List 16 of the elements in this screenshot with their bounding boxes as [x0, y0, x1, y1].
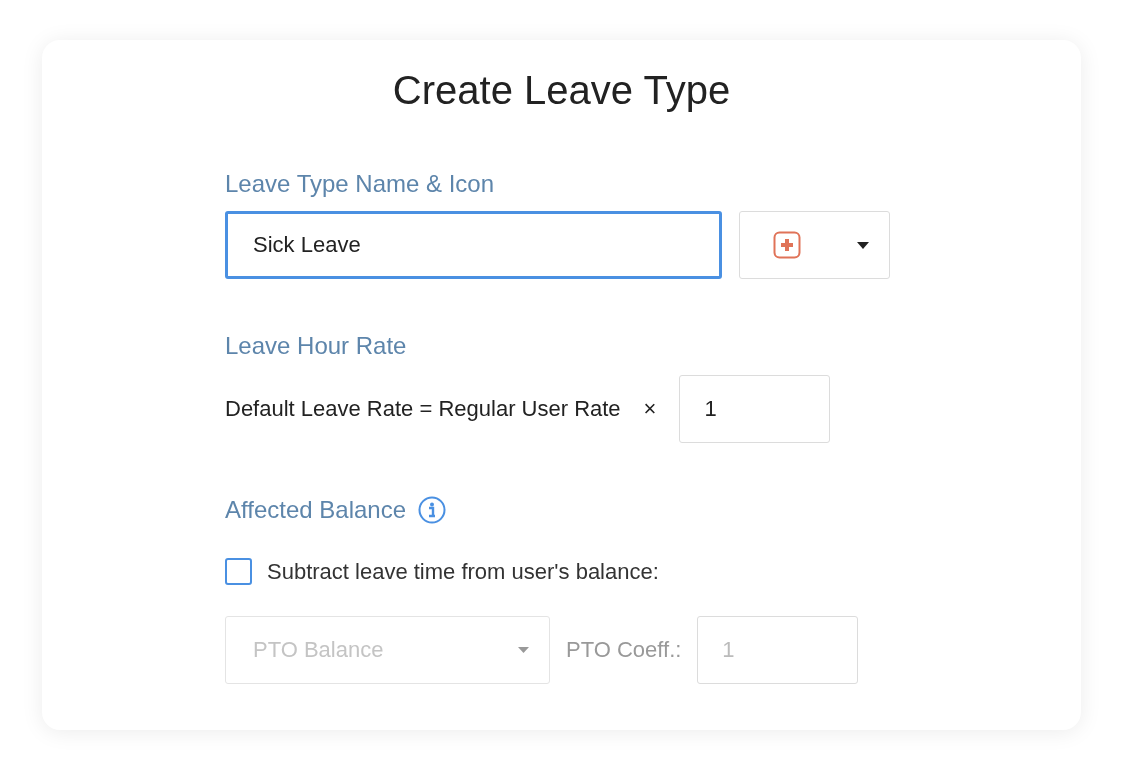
rate-input[interactable]: 1: [679, 375, 831, 443]
name-input[interactable]: Sick Leave: [225, 211, 722, 279]
info-icon[interactable]: [418, 496, 447, 524]
times-sign: ×: [643, 396, 657, 422]
section-label: Leave Type Name & Icon: [225, 169, 495, 199]
icon-dropdown[interactable]: [739, 211, 890, 279]
rate-formula: Default Leave Rate = Regular User Rate: [225, 396, 621, 422]
section-label: Affected Balance: [225, 495, 407, 525]
caret-icon: [518, 647, 529, 653]
caret-icon: [857, 241, 869, 249]
checkbox-label: Subtract leave time from user's balance:: [267, 558, 659, 585]
section-label: Leave Hour Rate: [225, 331, 407, 361]
checkbox[interactable]: [225, 558, 252, 585]
dialog-title: Create Leave Type: [392, 67, 731, 113]
coeff-label: PTO Coeff.:: [566, 637, 682, 663]
medical-plus-icon: [773, 231, 801, 259]
